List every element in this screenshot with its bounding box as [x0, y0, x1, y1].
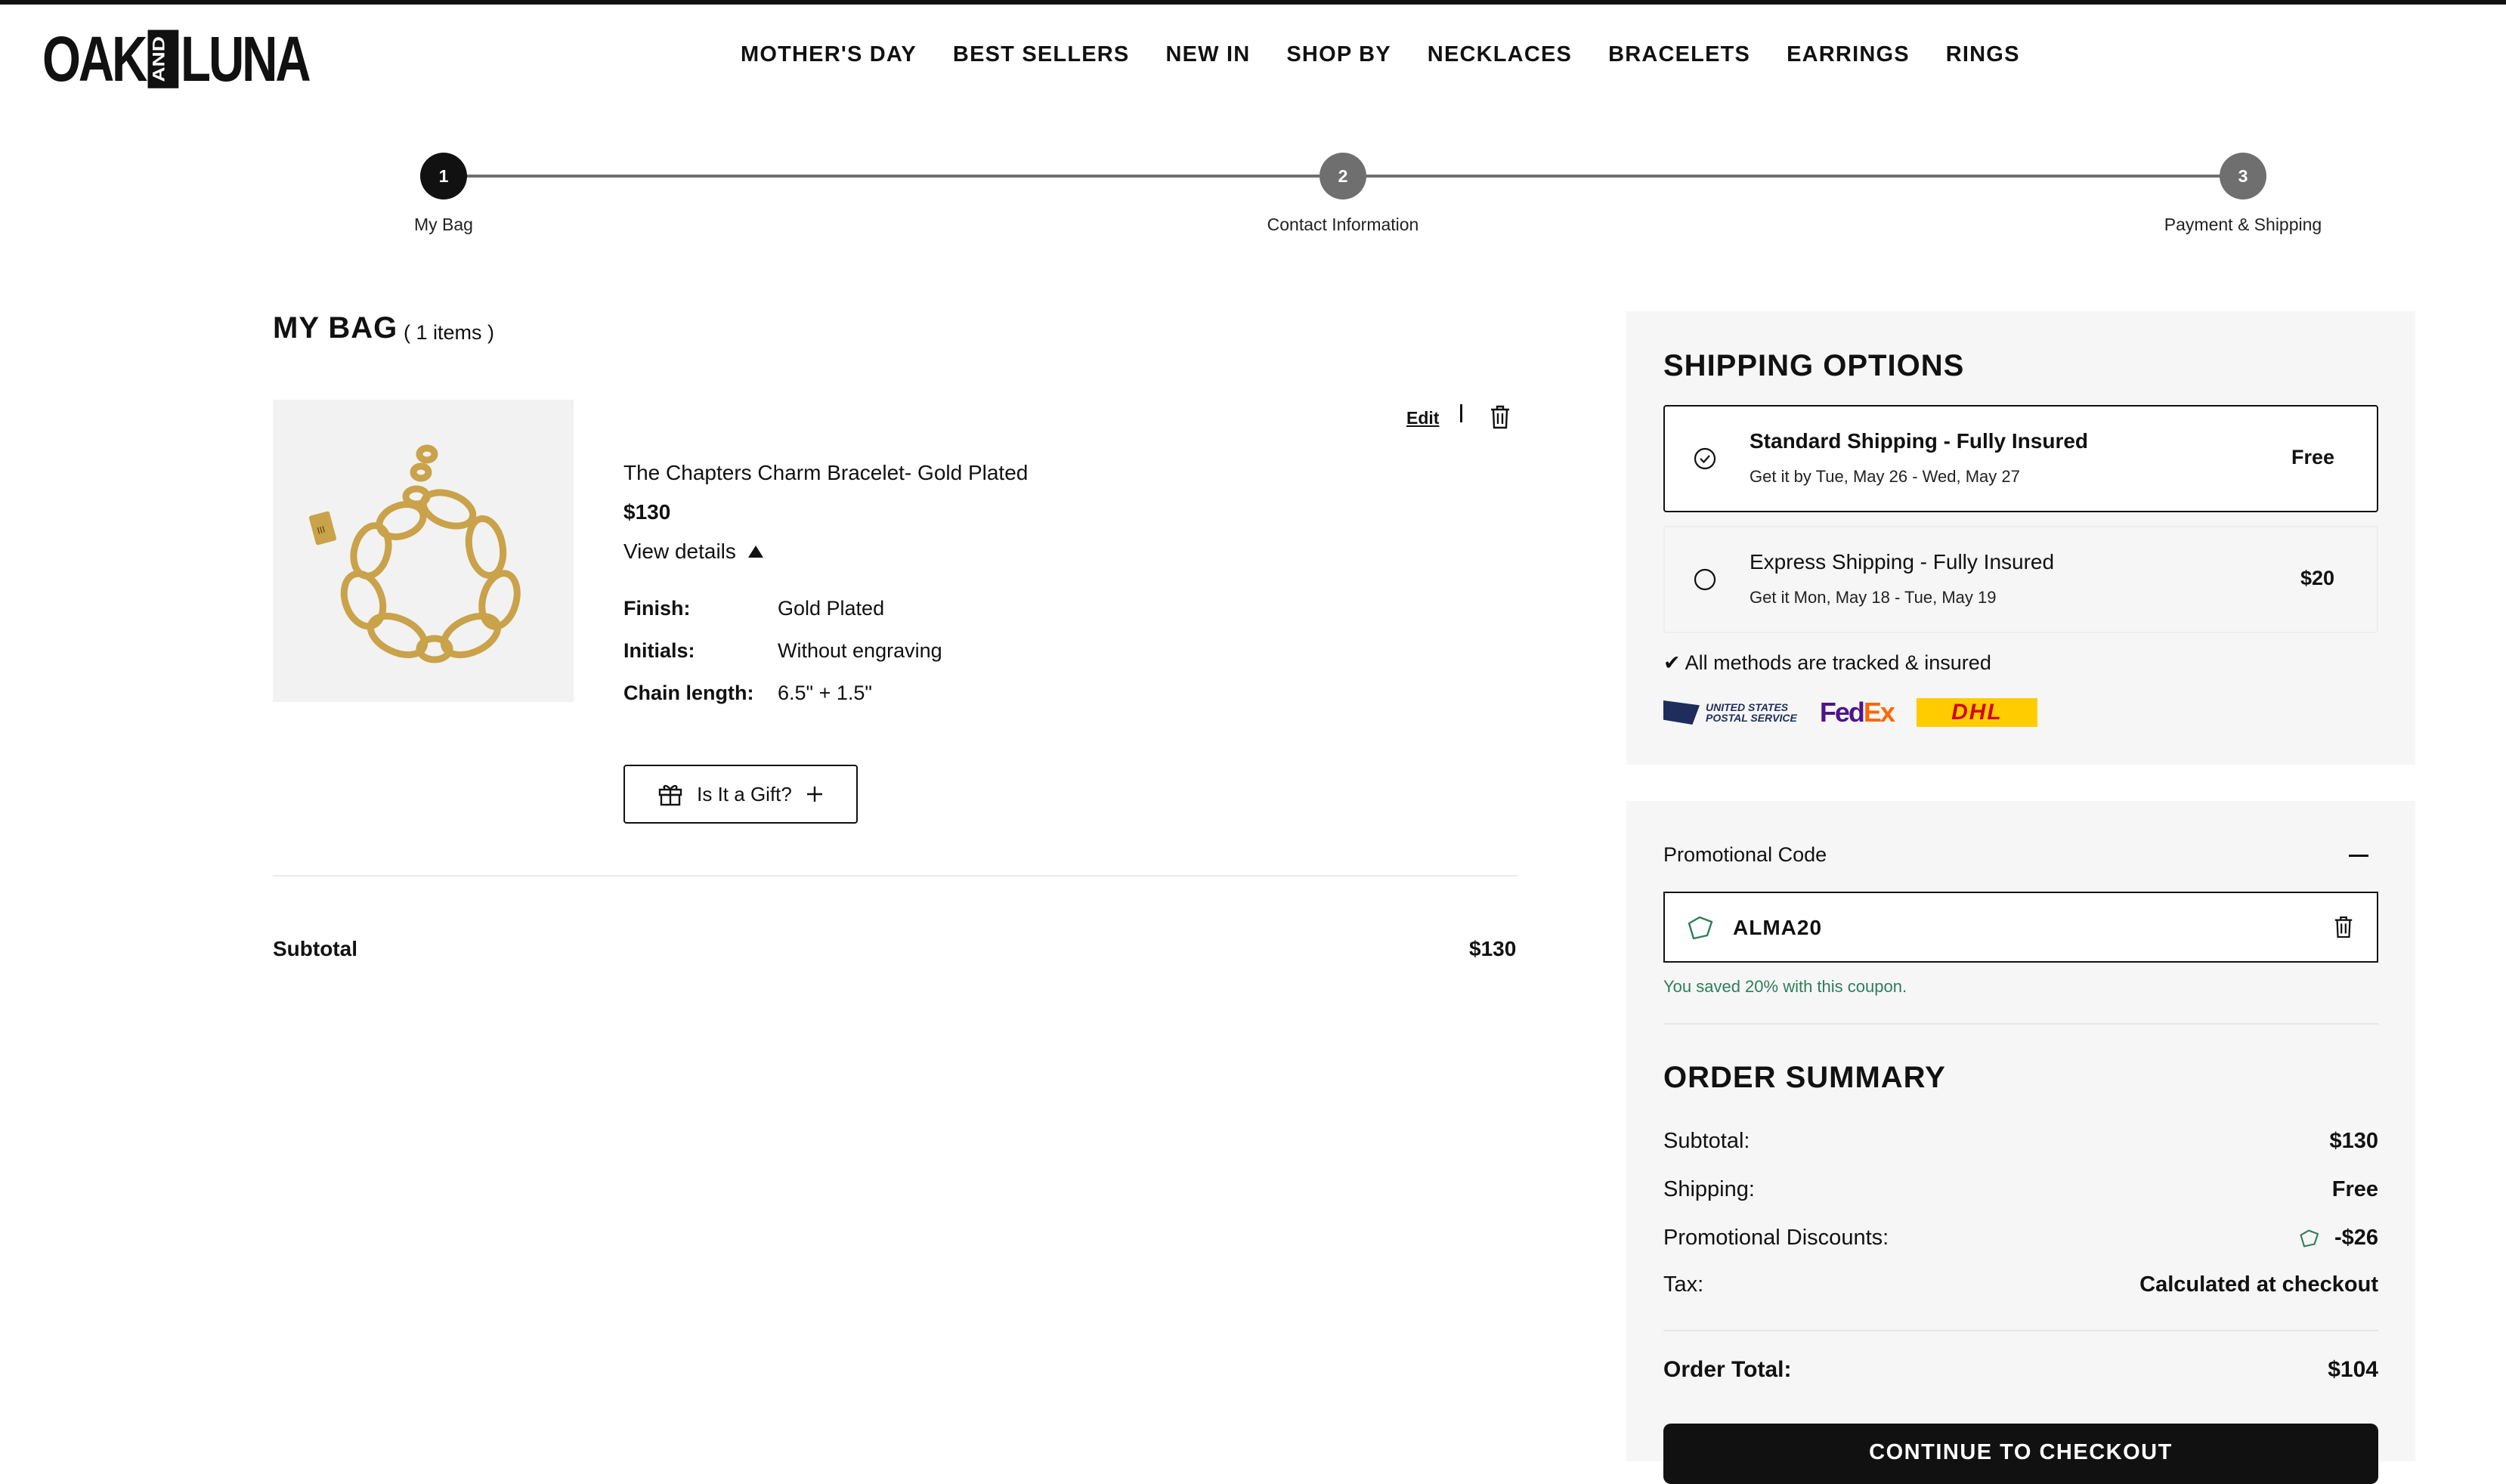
- bag-item-count: ( 1 items ): [404, 321, 495, 344]
- nav-earrings[interactable]: EARRINGS: [1787, 42, 1910, 67]
- bag-title: MY BAG: [273, 311, 398, 345]
- total-divider: [1663, 1330, 2378, 1331]
- step-3-dot[interactable]: 3: [2220, 153, 2266, 199]
- shipping-option-name: Express Shipping - Fully Insured: [1750, 550, 2055, 574]
- main-nav: MOTHER'S DAY BEST SELLERS NEW IN SHOP BY…: [741, 42, 2020, 67]
- shipping-option-express[interactable]: Express Shipping - Fully Insured Get it …: [1663, 526, 2378, 633]
- summary-row-subtotal: Subtotal: $130: [1663, 1129, 2378, 1154]
- summary-label: Subtotal:: [1663, 1129, 1750, 1153]
- shipping-option-standard[interactable]: Standard Shipping - Fully Insured Get it…: [1663, 405, 2378, 512]
- detail-finish: Finish: Gold Plated: [623, 597, 884, 620]
- top-border: [0, 0, 2506, 5]
- detail-key: Chain length:: [623, 682, 754, 704]
- plus-icon: [806, 787, 822, 802]
- product-name[interactable]: The Chapters Charm Bracelet- Gold Plated: [623, 461, 1028, 485]
- detail-value: Gold Plated: [778, 597, 885, 620]
- detail-value: Without engraving: [778, 639, 942, 662]
- promo-code-field[interactable]: ALMA20: [1663, 892, 2378, 963]
- collapse-minus-icon[interactable]: [2349, 855, 2368, 857]
- detail-initials: Initials: Without engraving: [623, 639, 942, 663]
- discount-tag-icon: [2300, 1229, 2319, 1247]
- bag-subtotal-value: $130: [1469, 937, 1517, 960]
- edit-item-link[interactable]: Edit: [1406, 408, 1439, 428]
- detail-value: 6.5" + 1.5": [778, 682, 873, 704]
- shipping-option-name: Standard Shipping - Fully Insured: [1750, 429, 2089, 453]
- promo-saved-message: You saved 20% with this coupon.: [1663, 977, 1907, 996]
- nav-new-in[interactable]: NEW IN: [1165, 42, 1250, 67]
- step-1-label: My Bag: [414, 215, 473, 234]
- dhl-logo: DHL: [1916, 698, 2037, 727]
- nav-rings[interactable]: RINGS: [1946, 42, 2020, 67]
- summary-value: -$26: [2334, 1226, 2378, 1250]
- gift-icon: [658, 784, 682, 806]
- gift-label: Is It a Gift?: [697, 782, 792, 805]
- usps-logo: UNITED STATES POSTAL SERVICE: [1663, 700, 1797, 725]
- detail-chain-length: Chain length: 6.5" + 1.5": [623, 682, 872, 705]
- promo-code-value: ALMA20: [1733, 916, 1823, 939]
- summary-label: Promotional Discounts:: [1663, 1226, 1889, 1250]
- brand-logo[interactable]: OAK AND LUNA: [42, 23, 311, 94]
- order-summary-title: ORDER SUMMARY: [1663, 1061, 1946, 1094]
- step-1-dot[interactable]: 1: [420, 153, 467, 199]
- nav-mothers-day[interactable]: MOTHER'S DAY: [741, 42, 917, 67]
- carrier-logos: UNITED STATES POSTAL SERVICE FedEx DHL: [1663, 697, 2037, 728]
- view-details-toggle[interactable]: View details: [623, 539, 763, 564]
- summary-label: Shipping:: [1663, 1177, 1755, 1201]
- product-image[interactable]: III: [273, 400, 574, 702]
- summary-row-tax: Tax: Calculated at checkout: [1663, 1272, 2378, 1297]
- checked-circle-icon: [1694, 447, 1716, 470]
- tracked-notice: ✔ All methods are tracked & insured: [1663, 651, 1991, 674]
- fedex-ex: Ex: [1863, 697, 1895, 728]
- shipping-option-date: Get it Mon, May 18 - Tue, May 19: [1750, 588, 1997, 607]
- order-total-label: Order Total:: [1663, 1357, 1792, 1382]
- summary-value: $130: [2329, 1129, 2378, 1153]
- trash-icon[interactable]: [1489, 404, 1511, 430]
- bracelet-illustration: III: [308, 444, 521, 663]
- nav-shop-by[interactable]: SHOP BY: [1286, 42, 1391, 67]
- step-3-label: Payment & Shipping: [2164, 215, 2322, 234]
- order-total-row: Order Total: $104: [1663, 1357, 2378, 1383]
- fedex-fed: Fed: [1819, 697, 1865, 728]
- logo-luna: LUNA: [181, 23, 311, 94]
- tag-icon: [1688, 916, 1713, 940]
- summary-divider: [1663, 1023, 2378, 1025]
- promo-heading[interactable]: Promotional Code: [1663, 843, 1827, 867]
- remove-promo-trash-icon[interactable]: [2333, 914, 2354, 940]
- continue-to-checkout-button[interactable]: CONTINUE TO CHECKOUT: [1663, 1424, 2378, 1484]
- step-2-dot[interactable]: 2: [1320, 153, 1366, 199]
- usps-eagle-icon: [1663, 700, 1700, 725]
- shipping-title: SHIPPING OPTIONS: [1663, 349, 1965, 382]
- logo-oak: OAK: [42, 23, 147, 94]
- logo-and: AND: [147, 29, 178, 88]
- summary-value: Calculated at checkout: [2139, 1272, 2378, 1297]
- step-2-label: Contact Information: [1267, 215, 1419, 234]
- summary-row-discounts: Promotional Discounts: -$26: [1663, 1226, 2378, 1251]
- summary-value: Free: [2331, 1177, 2378, 1201]
- usps-line2: POSTAL SERVICE: [1706, 712, 1797, 724]
- fedex-logo: FedEx: [1819, 697, 1895, 728]
- stepper-line-1: [466, 175, 1320, 178]
- stepper-line-2: [1366, 175, 2220, 178]
- order-total-value: $104: [2328, 1357, 2378, 1382]
- summary-label: Tax:: [1663, 1272, 1704, 1297]
- bag-divider: [273, 875, 1518, 876]
- view-details-label: View details: [623, 539, 736, 563]
- gift-option-button[interactable]: Is It a Gift?: [623, 765, 858, 824]
- nav-necklaces[interactable]: NECKLACES: [1428, 42, 1572, 67]
- bag-subtotal-label: Subtotal: [273, 937, 357, 960]
- detail-key: Initials:: [623, 639, 695, 662]
- radio-circle-icon: [1694, 568, 1716, 591]
- nav-bracelets[interactable]: BRACELETS: [1608, 42, 1750, 67]
- nav-best-sellers[interactable]: BEST SELLERS: [953, 42, 1130, 67]
- summary-value-wrap: -$26: [2297, 1226, 2378, 1251]
- product-price: $130: [623, 500, 671, 524]
- shipping-option-price: Free: [2291, 446, 2334, 468]
- detail-key: Finish:: [623, 597, 691, 620]
- caret-up-icon: [747, 546, 763, 558]
- edit-separator: [1460, 404, 1462, 422]
- shipping-option-price: $20: [2300, 567, 2334, 589]
- summary-row-shipping: Shipping: Free: [1663, 1177, 2378, 1202]
- shipping-option-date: Get it by Tue, May 26 - Wed, May 27: [1750, 467, 2020, 486]
